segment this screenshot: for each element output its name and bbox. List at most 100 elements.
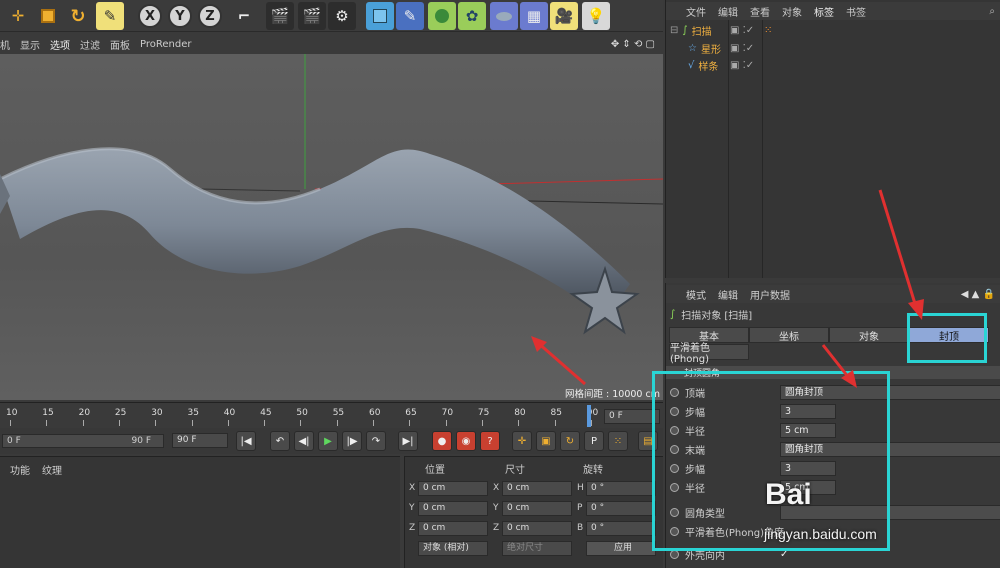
coord-mode-select[interactable]: 对象 (相对) <box>418 541 488 556</box>
mat-menu-function[interactable]: 功能 <box>10 462 30 477</box>
timeline-tick-mark <box>336 420 338 426</box>
object-name: 扫描 <box>691 27 712 38</box>
key-move-icon[interactable]: ✛ <box>512 431 532 451</box>
timeline-ruler[interactable]: 10 15 20 25 30 35 40 45 50 55 60 65 70 75 80 85 90 0 F <box>0 402 663 428</box>
end-frame-field[interactable]: 90 F <box>172 433 228 448</box>
om-menu-view[interactable]: 查看 <box>750 4 770 19</box>
live-select-icon[interactable]: ✎ <box>96 2 124 30</box>
mograph-icon[interactable]: ✿ <box>458 2 486 30</box>
size-z-input[interactable]: 0 cm <box>502 521 572 536</box>
attr-menu-mode[interactable]: 模式 <box>686 287 706 302</box>
floor-icon[interactable]: ▦ <box>520 2 548 30</box>
timeline-tick-label: 75 <box>477 408 490 418</box>
om-menu-edit[interactable]: 编辑 <box>718 4 738 19</box>
pos-z-input[interactable]: 0 cm <box>418 521 488 536</box>
key-param-icon[interactable]: P <box>584 431 604 451</box>
nav-arrows-icon[interactable]: ◀ ▲ 🔒 <box>961 289 995 300</box>
object-row-spline[interactable]: √ 样条 ▣ ⁚✓ <box>666 57 1000 74</box>
goto-start-icon[interactable]: |◀ <box>236 431 256 451</box>
frame-range-slider[interactable]: 0 F 90 F <box>2 434 164 448</box>
viewport-menu-item[interactable]: ProRender <box>140 39 191 50</box>
playhead[interactable] <box>587 405 591 427</box>
next-key-icon[interactable]: ↷ <box>366 431 386 451</box>
render-view-icon[interactable]: 🎬 <box>266 2 294 30</box>
key-scale-icon[interactable]: ▣ <box>536 431 556 451</box>
key-rotate-icon[interactable]: ↻ <box>560 431 580 451</box>
goto-end-icon[interactable]: ▶| <box>398 431 418 451</box>
object-row-sweep[interactable]: ⊟ ∫ 扫描 ▣ ⁚✓ ⁙ <box>666 22 1000 39</box>
viewport-menu-item[interactable]: 显示 <box>20 37 40 52</box>
timeline-tick-label: 80 <box>514 408 526 418</box>
viewport-menu-item[interactable]: 选项 <box>50 37 70 52</box>
y-axis-lock-icon[interactable]: Y <box>168 4 192 28</box>
object-row-star[interactable]: ☆ 星形 ▣ ⁚✓ <box>666 40 1000 57</box>
rotate-tool-icon[interactable]: ↻ <box>64 2 92 30</box>
timeline-tick-label: 40 <box>223 408 236 418</box>
rotation-header: 旋转 <box>583 465 603 476</box>
z-axis-lock-icon[interactable]: Z <box>198 4 222 28</box>
viewport-menu-item[interactable]: 过滤 <box>80 37 100 52</box>
apply-button[interactable]: 应用 <box>586 541 656 556</box>
timeline-tick-mark <box>554 420 556 426</box>
rot-p-input[interactable]: 0 ° <box>586 501 656 516</box>
timeline-tick-label: 50 <box>296 408 308 418</box>
render-settings-icon[interactable]: ⚙ <box>328 2 356 30</box>
viewport-menu-item[interactable]: 机 <box>0 37 10 52</box>
move-tool-icon[interactable]: ✛ <box>4 2 32 30</box>
cube-icon[interactable] <box>366 2 394 30</box>
pos-x-input[interactable]: 0 cm <box>418 481 488 496</box>
size-mode-select[interactable]: 绝对尺寸 <box>502 541 572 556</box>
om-menu-file[interactable]: 文件 <box>686 4 706 19</box>
render-picture-icon[interactable]: 🎬 <box>298 2 326 30</box>
attr-menu-edit[interactable]: 编辑 <box>718 287 738 302</box>
timeline-tick-mark <box>155 420 157 426</box>
attr-menu-userdata[interactable]: 用户数据 <box>750 287 790 302</box>
size-y-input[interactable]: 0 cm <box>502 501 572 516</box>
3d-viewport[interactable]: 网格间距 : 10000 cm <box>0 54 663 400</box>
timeline-tick-label: 20 <box>78 408 91 418</box>
pos-y-input[interactable]: 0 cm <box>418 501 488 516</box>
size-x-input[interactable]: 0 cm <box>502 481 572 496</box>
visibility-toggle[interactable]: ▣ ⁚✓ <box>730 25 754 36</box>
record-icon[interactable]: ● <box>432 431 452 451</box>
prev-key-icon[interactable]: ↶ <box>270 431 290 451</box>
rot-b-input[interactable]: 0 ° <box>586 521 656 536</box>
key-help-icon[interactable]: ? <box>480 431 500 451</box>
coordinate-system-icon[interactable]: ⌐ <box>230 2 258 30</box>
light-icon[interactable]: 💡 <box>582 2 610 30</box>
camera-icon[interactable]: 🎥 <box>550 2 578 30</box>
viewport-nav-icons[interactable]: ✥ ⇕ ⟲ ▢ <box>611 39 655 50</box>
timeline-tick-mark <box>10 420 11 426</box>
subdivision-icon[interactable] <box>428 2 456 30</box>
rot-h-input[interactable]: 0 ° <box>586 481 656 496</box>
annotation-arrow <box>531 336 586 386</box>
radio-icon[interactable] <box>670 550 679 559</box>
prev-frame-icon[interactable]: ◀| <box>294 431 314 451</box>
x-axis-lock-icon[interactable]: X <box>138 4 162 28</box>
pen-spline-icon[interactable]: ✎ <box>396 2 424 30</box>
om-menu-tags[interactable]: 标签 <box>814 4 834 19</box>
tag-icon[interactable]: ⁙ <box>764 25 772 36</box>
deformer-icon[interactable] <box>490 2 518 30</box>
om-menu-object[interactable]: 对象 <box>782 4 802 19</box>
object-name: 样条 <box>698 62 719 73</box>
next-frame-icon[interactable]: |▶ <box>342 431 362 451</box>
size-header: 尺寸 <box>505 465 525 476</box>
play-icon[interactable]: ▶ <box>318 431 338 451</box>
scale-tool-icon[interactable] <box>34 2 62 30</box>
visibility-toggle[interactable]: ▣ ⁚✓ <box>730 43 754 54</box>
timeline-tick-label: 25 <box>114 408 127 418</box>
timeline-tick-mark <box>409 420 411 426</box>
om-menu-bookmarks[interactable]: 书签 <box>846 4 866 19</box>
timeline-tick-mark <box>518 420 520 426</box>
timeline-tick-label: 60 <box>369 408 381 418</box>
material-menu: 功能 纹理 <box>10 462 62 477</box>
mat-menu-texture[interactable]: 纹理 <box>42 462 62 477</box>
visibility-toggle[interactable]: ▣ ⁚✓ <box>730 60 754 71</box>
auto-key-icon[interactable]: ◉ <box>456 431 476 451</box>
viewport-menu-item[interactable]: 面板 <box>110 37 130 52</box>
tab-phong[interactable]: 平滑着色(Phong) <box>669 343 749 365</box>
key-pla-icon[interactable]: ⁙ <box>608 431 628 451</box>
viewport-menu: 机 显示 选项 过滤 面板 ProRender ✥ ⇕ ⟲ ▢ <box>0 35 663 53</box>
search-icon[interactable]: ⌕ <box>989 6 995 17</box>
